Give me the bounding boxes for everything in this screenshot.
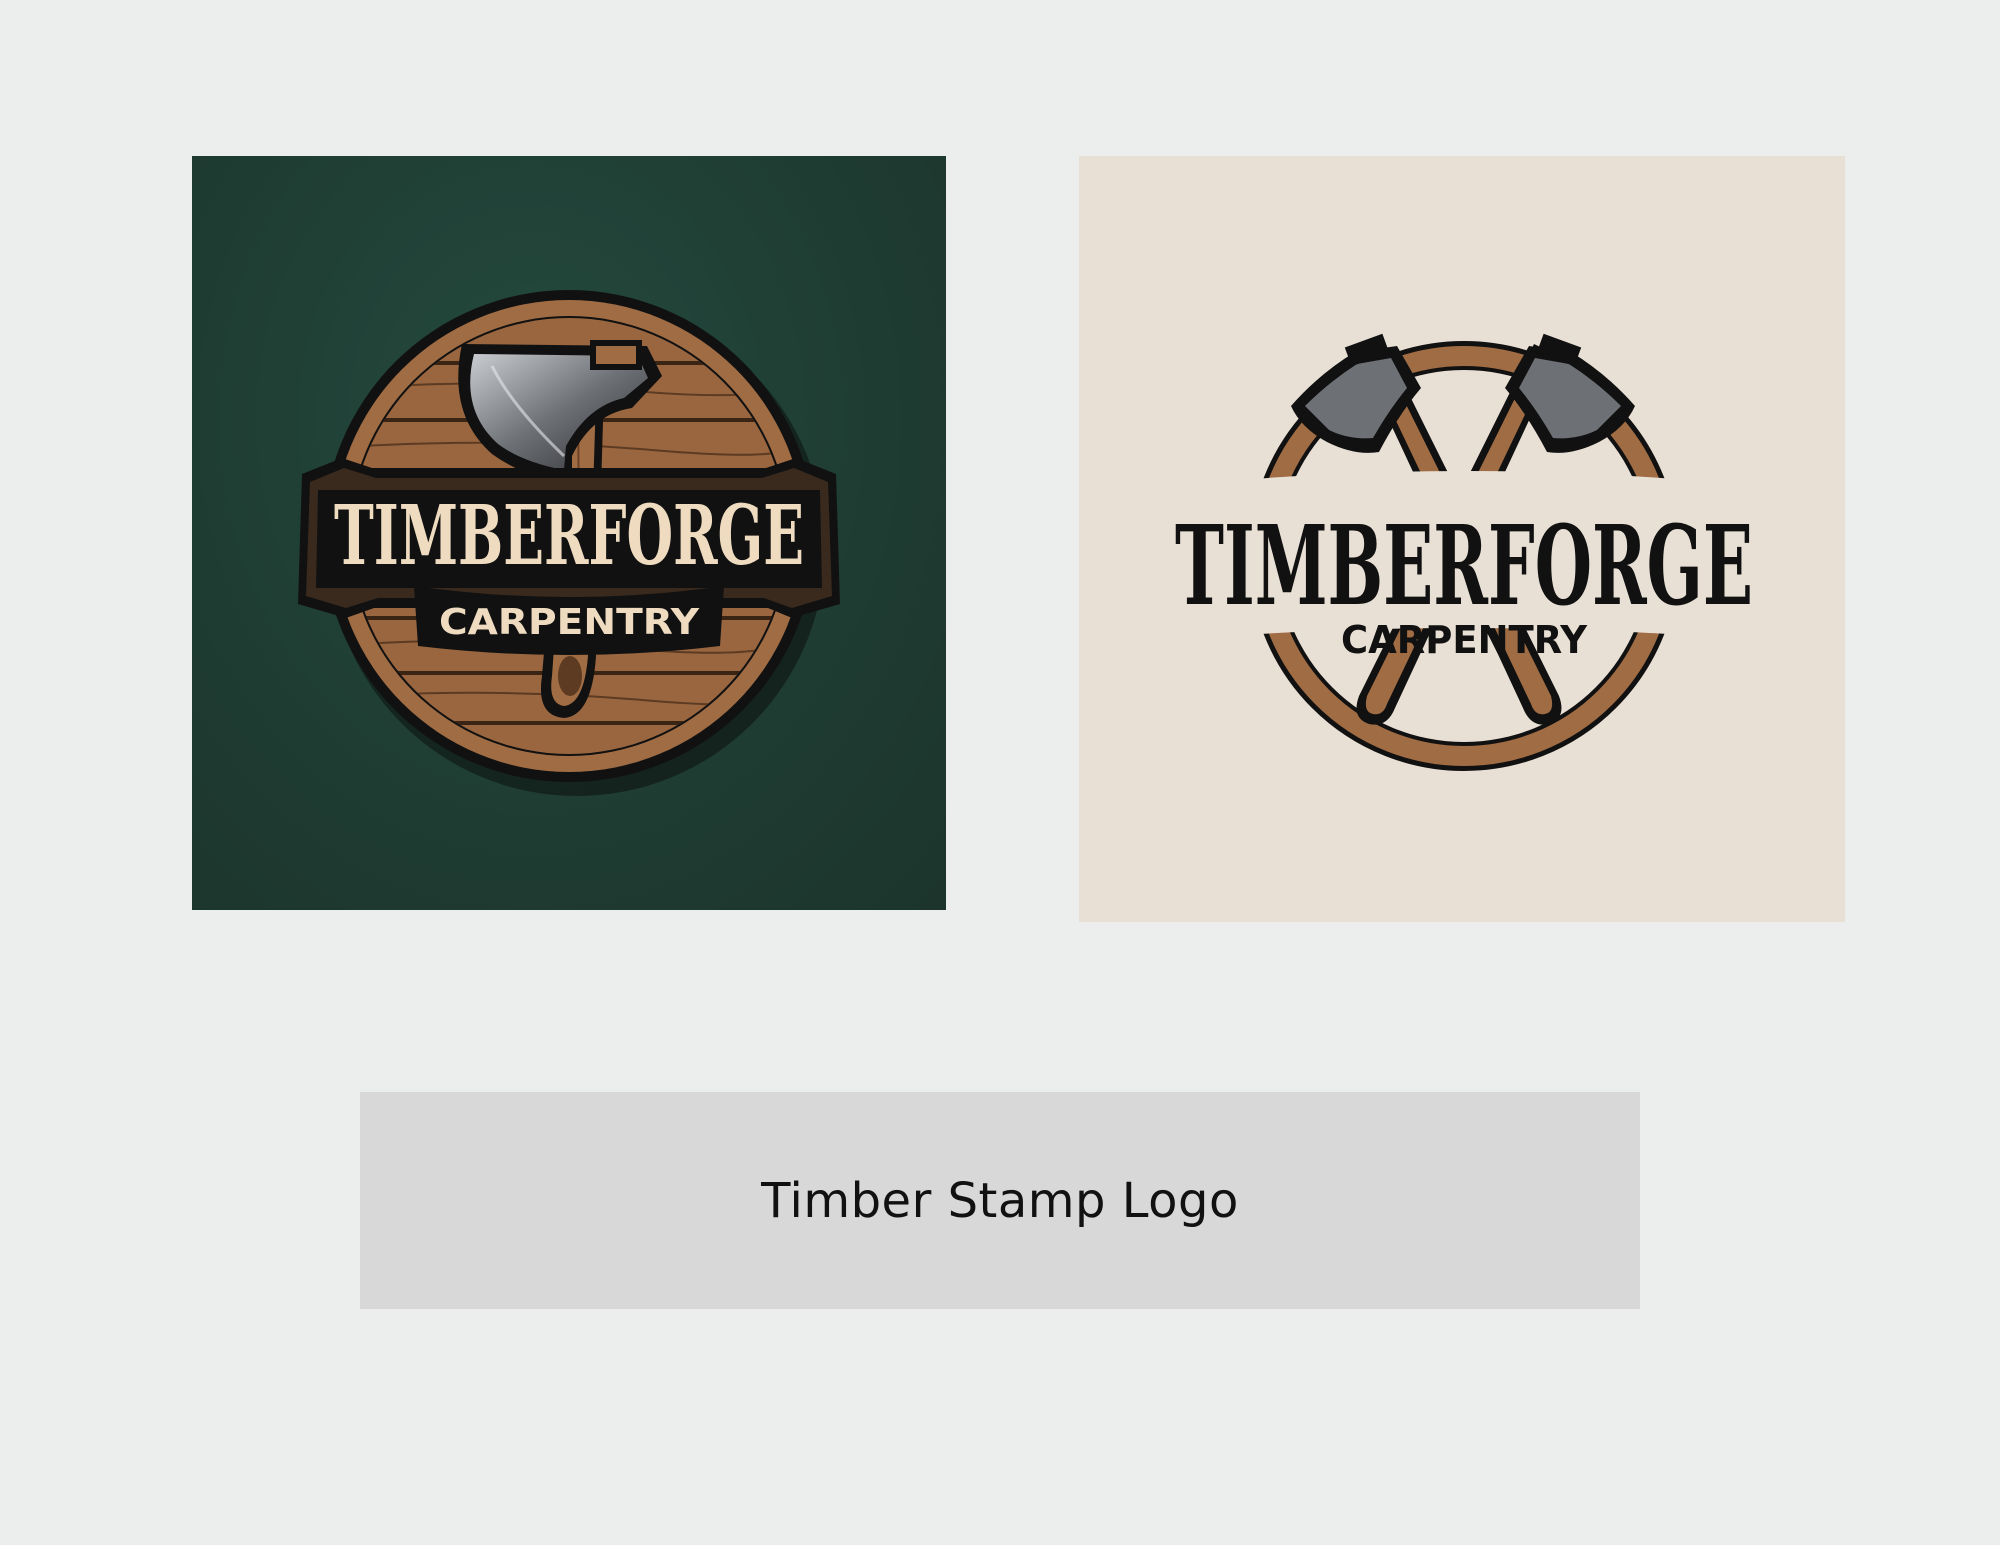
caption-label: Timber Stamp Logo [761,1172,1239,1229]
logo-card-light: TIMBERFORGE CARPENTRY [1079,156,1845,922]
caption-box: Timber Stamp Logo [360,1092,1640,1309]
logo-title: TIMBERFORGE [334,488,804,584]
logo-card-dark: TIMBERFORGE CARPENTRY [192,156,946,910]
timberforge-logo-dark: TIMBERFORGE CARPENTRY [298,290,840,796]
timberforge-logo-light: TIMBERFORGE CARPENTRY [1175,333,1753,771]
logo-title: TIMBERFORGE [1175,501,1753,630]
logo-subtitle: CARPENTRY [439,602,700,643]
logo-subtitle: CARPENTRY [1341,618,1587,662]
